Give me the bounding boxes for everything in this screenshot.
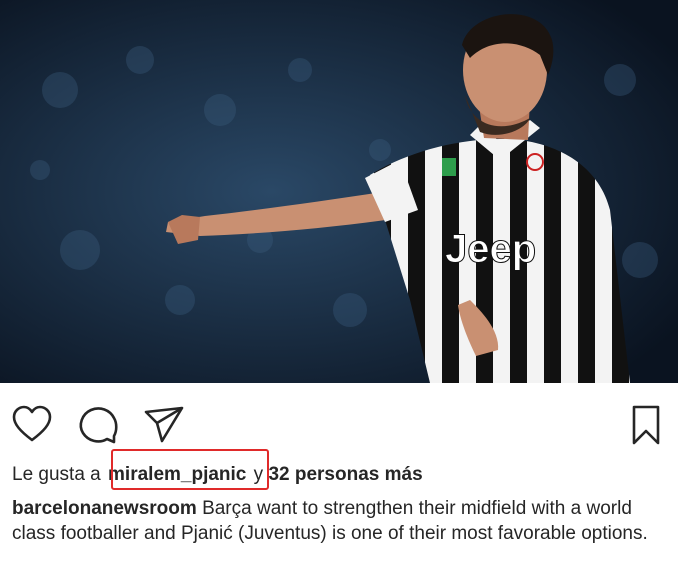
- post-caption: barcelonanewsroom Barça want to strength…: [12, 496, 662, 546]
- post-actions-bar: [0, 383, 678, 461]
- post-image[interactable]: Jeep: [0, 0, 678, 383]
- save-button[interactable]: [624, 403, 668, 447]
- post-photo-illustration: Jeep: [0, 0, 678, 383]
- bookmark-icon: [632, 405, 660, 445]
- comment-icon: [79, 407, 118, 444]
- jersey-sponsor-text: Jeep: [445, 227, 536, 271]
- likes-prefix: Le gusta a: [12, 464, 101, 485]
- comment-button[interactable]: [76, 403, 120, 447]
- caption-author-link[interactable]: barcelonanewsroom: [12, 498, 197, 519]
- heart-icon: [12, 405, 52, 442]
- likes-count-link[interactable]: 32 personas más: [268, 464, 422, 485]
- send-icon: [144, 406, 184, 443]
- share-button[interactable]: [142, 403, 186, 447]
- like-button[interactable]: [10, 403, 54, 447]
- annotation-highlight-box: [111, 449, 269, 490]
